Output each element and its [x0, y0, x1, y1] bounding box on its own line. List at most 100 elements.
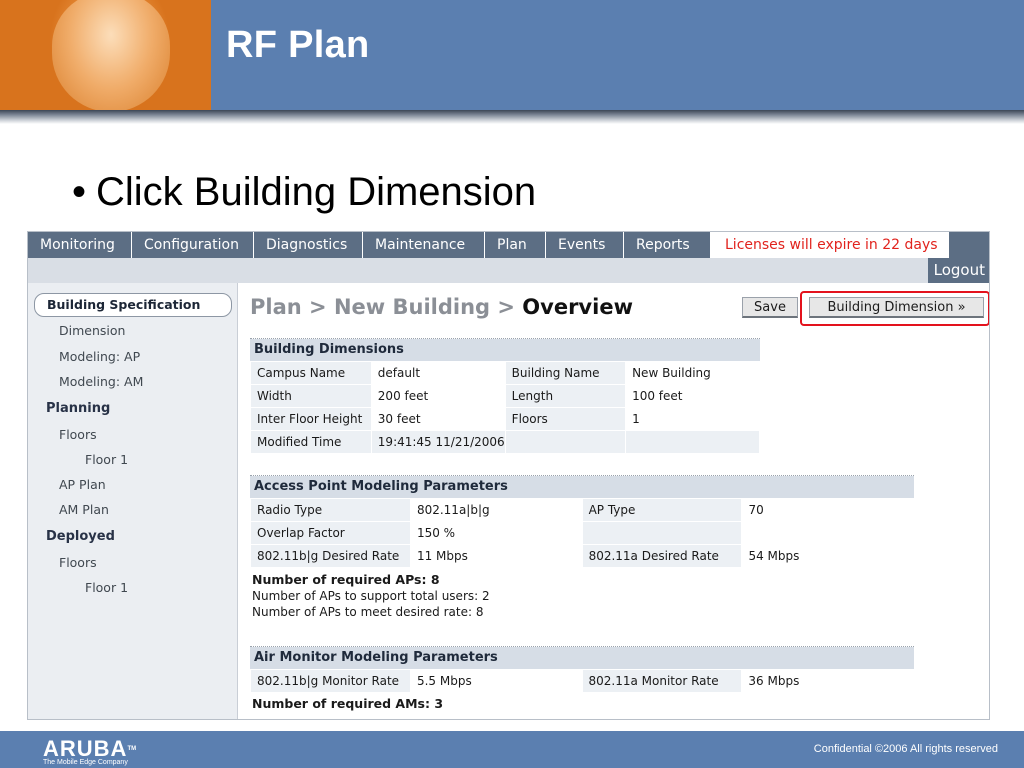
- building-dimensions-table: Campus Name default Building Name New Bu…: [250, 361, 760, 454]
- breadcrumb-current: Overview: [522, 295, 633, 319]
- cell-value: 54 Mbps: [741, 544, 914, 568]
- confidential-notice: Confidential ©2006 All rights reserved: [813, 743, 998, 755]
- sidebar-heading-deployed[interactable]: Deployed: [46, 529, 115, 544]
- cell-label: 802.11b|g Desired Rate: [250, 544, 411, 568]
- top-nav: Monitoring Configuration Diagnostics Mai…: [28, 232, 989, 258]
- cell-value: 36 Mbps: [741, 669, 914, 693]
- cell-value: 200 feet: [370, 384, 506, 408]
- sidebar-item-ap-plan[interactable]: AP Plan: [59, 477, 106, 492]
- breadcrumb-separator: >: [309, 295, 327, 319]
- cell-value: 11 Mbps: [409, 544, 583, 568]
- building-dimension-button[interactable]: Building Dimension »: [809, 297, 984, 318]
- cell-label: Length: [504, 384, 627, 408]
- cell-value: [741, 521, 914, 545]
- am-summary: Number of required AMs: 3: [250, 693, 914, 718]
- building-dimensions-panel: Building Dimensions Campus Name default …: [250, 338, 760, 454]
- bullet-dot: •: [72, 170, 87, 214]
- cell-value: 100 feet: [625, 384, 760, 408]
- logout-button[interactable]: Logout: [927, 258, 989, 283]
- table-row: 802.11b|g Desired Rate 11 Mbps 802.11a D…: [250, 544, 914, 568]
- header-divider: [0, 110, 1024, 124]
- header-photo: [0, 0, 211, 110]
- cell-value: 19:41:45 11/21/2006: [370, 430, 506, 454]
- logo-trademark: TM: [127, 746, 137, 752]
- table-row: Modified Time 19:41:45 11/21/2006: [250, 430, 760, 454]
- sidebar-item-deployed-floors[interactable]: Floors: [59, 555, 97, 570]
- cell-value: 30 feet: [370, 407, 506, 431]
- ap-modeling-table: Radio Type 802.11a|b|g AP Type 70 Overla…: [250, 498, 914, 568]
- cell-label: Width: [250, 384, 372, 408]
- save-button[interactable]: Save: [742, 297, 798, 318]
- cell-label: [504, 430, 627, 454]
- cell-value: [625, 430, 760, 454]
- sidebar-item-floor-1[interactable]: Floor 1: [85, 452, 128, 467]
- ap-modeling-panel: Access Point Modeling Parameters Radio T…: [250, 475, 914, 626]
- sidebar-item-modeling-am[interactable]: Modeling: AM: [59, 374, 143, 389]
- cell-value: 802.11a|b|g: [409, 498, 583, 522]
- slide-footer: ARUBATM The Mobile Edge Company Confiden…: [0, 731, 1024, 768]
- am-modeling-panel: Air Monitor Modeling Parameters 802.11b|…: [250, 646, 914, 718]
- sidebar-item-floors[interactable]: Floors: [59, 427, 97, 442]
- panel-title: Air Monitor Modeling Parameters: [250, 647, 914, 669]
- logo-text: ARUBA: [43, 736, 128, 761]
- slide-bullet: • Click Building Dimension: [72, 170, 536, 215]
- sidebar-heading-planning[interactable]: Planning: [46, 401, 110, 416]
- cell-label: Floors: [504, 407, 627, 431]
- tab-monitoring[interactable]: Monitoring: [28, 232, 132, 258]
- tab-maintenance[interactable]: Maintenance: [363, 232, 485, 258]
- sidebar: Building Specification Dimension Modelin…: [28, 283, 238, 719]
- cell-value: New Building: [625, 361, 760, 385]
- sidebar-item-am-plan[interactable]: AM Plan: [59, 502, 109, 517]
- cell-label: Overlap Factor: [250, 521, 411, 545]
- tab-events[interactable]: Events: [546, 232, 624, 258]
- panel-title: Building Dimensions: [250, 339, 760, 361]
- slide-header: RF Plan: [0, 0, 1024, 110]
- logout-bar: Logout: [28, 258, 989, 283]
- license-notice: Licenses will expire in 22 days: [711, 232, 949, 258]
- required-ams: Number of required AMs: 3: [252, 696, 444, 711]
- sidebar-item-building-specification[interactable]: Building Specification: [34, 293, 232, 317]
- sidebar-item-deployed-floor-1[interactable]: Floor 1: [85, 580, 128, 595]
- page-breadcrumb: Plan > New Building > Overview: [250, 295, 633, 319]
- app-window: Monitoring Configuration Diagnostics Mai…: [27, 231, 990, 720]
- tab-reports[interactable]: Reports: [624, 232, 711, 258]
- logo-tagline: The Mobile Edge Company: [43, 759, 128, 766]
- tab-diagnostics[interactable]: Diagnostics: [254, 232, 363, 258]
- cell-label: 802.11a Monitor Rate: [581, 669, 743, 693]
- table-row: Campus Name default Building Name New Bu…: [250, 361, 760, 385]
- table-row: Overlap Factor 150 %: [250, 521, 914, 545]
- table-row: 802.11b|g Monitor Rate 5.5 Mbps 802.11a …: [250, 669, 914, 693]
- table-row: Inter Floor Height 30 feet Floors 1: [250, 407, 760, 431]
- breadcrumb-new-building: New Building: [333, 295, 491, 319]
- aruba-logo: ARUBATM: [43, 736, 137, 761]
- cell-label: Radio Type: [250, 498, 411, 522]
- cell-label: Campus Name: [250, 361, 372, 385]
- tab-plan[interactable]: Plan: [485, 232, 546, 258]
- ap-summary: Number of required APs: 8 Number of APs …: [250, 568, 914, 626]
- cell-label: Building Name: [504, 361, 627, 385]
- aps-for-rate: Number of APs to meet desired rate: 8: [252, 605, 484, 619]
- tab-configuration[interactable]: Configuration: [132, 232, 254, 258]
- cell-value: 5.5 Mbps: [409, 669, 583, 693]
- sidebar-item-dimension[interactable]: Dimension: [59, 323, 125, 338]
- am-modeling-table: 802.11b|g Monitor Rate 5.5 Mbps 802.11a …: [250, 669, 914, 693]
- breadcrumb-plan: Plan: [250, 295, 302, 319]
- required-aps: Number of required APs: 8: [252, 572, 440, 587]
- cell-label: Modified Time: [250, 430, 372, 454]
- cell-label: Inter Floor Height: [250, 407, 372, 431]
- table-row: Radio Type 802.11a|b|g AP Type 70: [250, 498, 914, 522]
- cell-value: default: [370, 361, 506, 385]
- cell-label: 802.11b|g Monitor Rate: [250, 669, 411, 693]
- cell-value: 1: [625, 407, 760, 431]
- panel-title: Access Point Modeling Parameters: [250, 476, 914, 498]
- cell-label: [581, 521, 743, 545]
- cell-value: 70: [741, 498, 914, 522]
- sidebar-item-modeling-ap[interactable]: Modeling: AP: [59, 349, 140, 364]
- cell-label: AP Type: [581, 498, 743, 522]
- aps-for-users: Number of APs to support total users: 2: [252, 589, 490, 603]
- cell-label: 802.11a Desired Rate: [581, 544, 743, 568]
- table-row: Width 200 feet Length 100 feet: [250, 384, 760, 408]
- breadcrumb-separator: >: [497, 295, 515, 319]
- bullet-text: Click Building Dimension: [96, 170, 537, 214]
- slide-title: RF Plan: [226, 24, 370, 66]
